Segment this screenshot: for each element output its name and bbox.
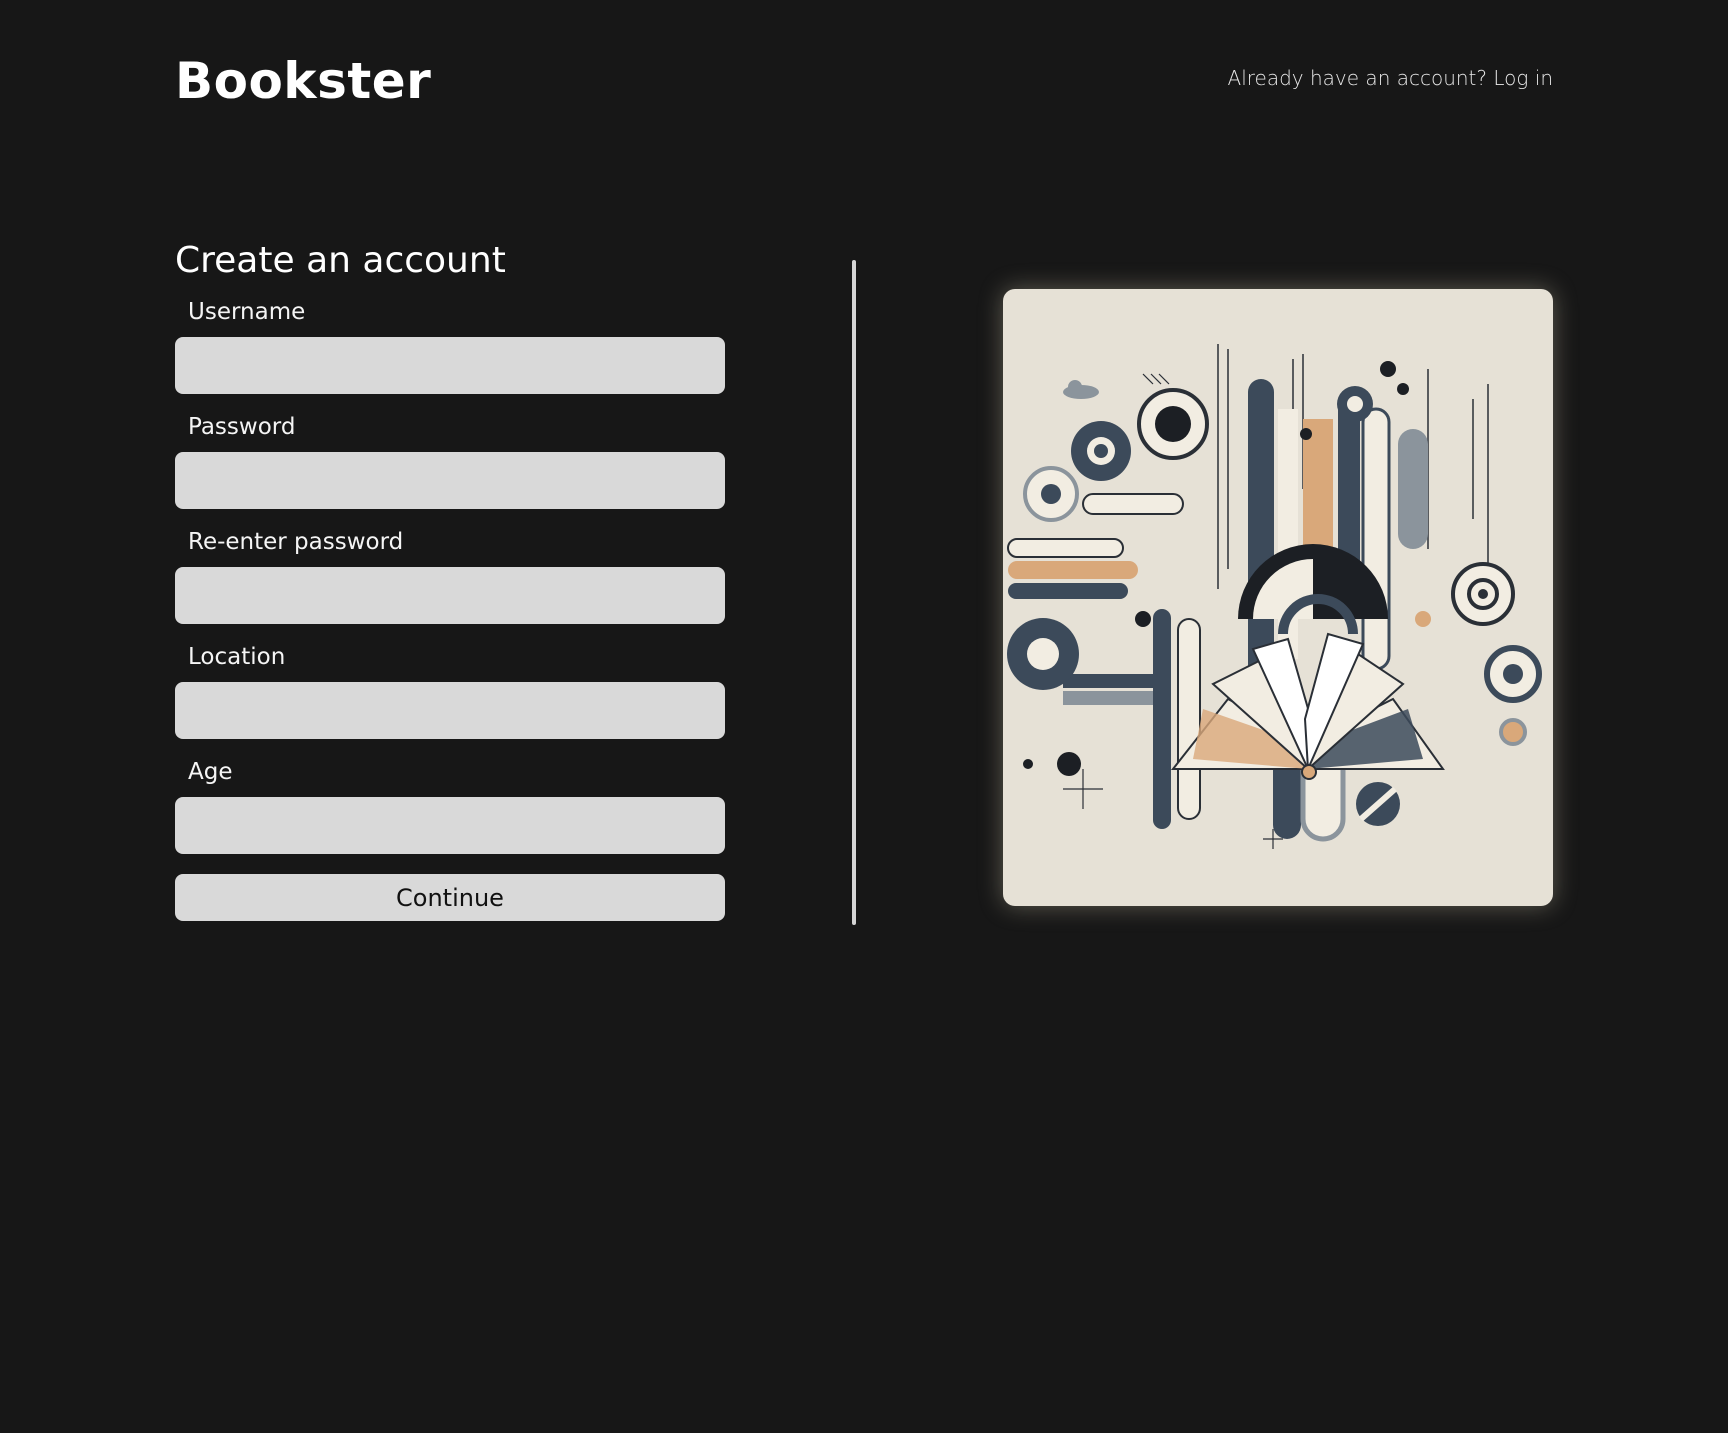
abstract-book-art [1007,344,1542,849]
signup-form: Create an account Username Password Re-e… [175,240,725,921]
reenter-password-label: Re-enter password [188,529,404,555]
password-input[interactable] [175,452,725,509]
continue-button[interactable]: Continue [175,874,725,921]
age-input[interactable] [175,797,725,854]
username-label: Username [188,299,306,325]
vertical-divider [852,260,856,925]
login-link[interactable]: Already have an account? Log in [1228,66,1553,90]
reenter-password-input[interactable] [175,567,725,624]
age-label: Age [188,759,233,785]
book-illustration [1003,289,1553,906]
location-label: Location [188,644,286,670]
app-logo: Bookster [175,52,432,110]
username-input[interactable] [175,337,725,394]
form-title: Create an account [175,240,506,281]
location-input[interactable] [175,682,725,739]
password-label: Password [188,414,296,440]
